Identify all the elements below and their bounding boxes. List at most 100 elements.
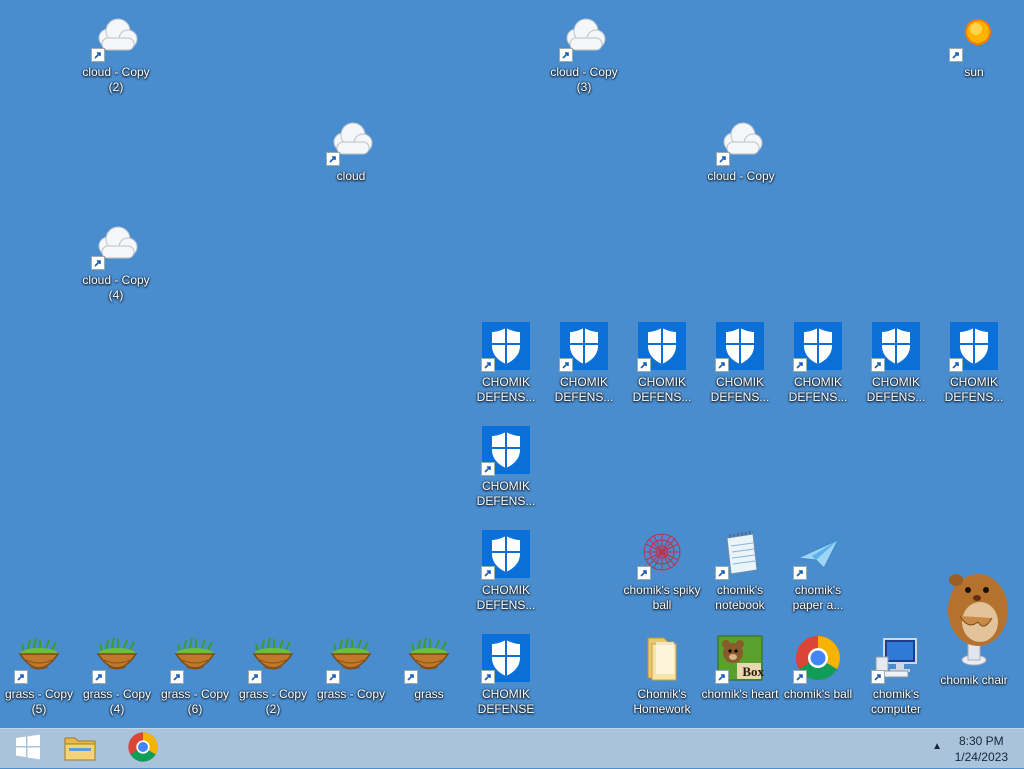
cloud-icon	[715, 114, 767, 166]
shield-icon	[480, 424, 532, 476]
desktop-icon-chomiks-heart[interactable]: Box chomik's heart	[701, 628, 779, 728]
desktop-icon-label: cloud - Copy (4)	[82, 273, 150, 302]
cloud-icon	[90, 218, 142, 270]
shortcut-arrow-icon	[481, 566, 495, 580]
desktop-icon-label: cloud - Copy (2)	[82, 65, 150, 94]
desktop-icon-grass-copy-2[interactable]: grass - Copy (2)	[235, 628, 311, 728]
desktop-icon-chomik-defense[interactable]: CHOMIK DEFENS...	[858, 316, 934, 416]
desktop-icon-label: CHOMIK DEFENS...	[476, 583, 536, 612]
desktop-icon-cloud-copy-3[interactable]: cloud - Copy (3)	[546, 6, 622, 106]
shortcut-arrow-icon	[871, 670, 885, 684]
shield-icon	[714, 320, 766, 372]
shortcut-arrow-icon	[793, 358, 807, 372]
desktop-icon-chomiks-homework[interactable]: Chomik's Homework	[624, 628, 700, 728]
desktop-icon-label: CHOMIK DEFENS...	[710, 375, 770, 404]
desktop-icon-cloud-copy[interactable]: cloud - Copy	[703, 110, 779, 210]
grass-basket-icon	[325, 632, 377, 684]
desktop-icon-chomiks-paper-airplane[interactable]: chomik's paper a...	[780, 524, 856, 624]
sun-icon	[948, 10, 1000, 62]
shortcut-arrow-icon	[871, 358, 885, 372]
desktop-icon-label: CHOMIK DEFENS...	[554, 375, 614, 404]
shield-icon	[480, 320, 532, 372]
shortcut-arrow-icon	[91, 256, 105, 270]
shortcut-arrow-icon	[481, 670, 495, 684]
desktop-icon-grass[interactable]: grass	[391, 628, 467, 728]
shortcut-arrow-icon	[793, 566, 807, 580]
clock-time: 8:30 PM	[958, 734, 1004, 748]
desktop-icon-grass-copy[interactable]: grass - Copy	[313, 628, 389, 728]
shortcut-arrow-icon	[248, 670, 262, 684]
desktop-icon-label: CHOMIK DEFENSE	[477, 687, 535, 716]
desktop-icon-chomiks-spiky-ball[interactable]: chomik's spiky ball	[624, 524, 700, 624]
desktop-icon-chomiks-ball[interactable]: chomik's ball	[780, 628, 856, 728]
shortcut-arrow-icon	[14, 670, 28, 684]
desktop-icon-chomik-defense[interactable]: CHOMIK DEFENS...	[624, 316, 700, 416]
shortcut-arrow-icon	[715, 358, 729, 372]
chrome-icon	[792, 632, 844, 684]
shortcut-arrow-icon	[559, 358, 573, 372]
desktop-icon-label: Chomik's Homework	[633, 687, 691, 716]
desktop-icon-grass-copy-6[interactable]: grass - Copy (6)	[157, 628, 233, 728]
desktop-icon-cloud[interactable]: cloud	[313, 110, 389, 210]
desktop-icon-cloud-copy-4[interactable]: cloud - Copy (4)	[78, 214, 154, 314]
desktop-icon-label: cloud - Copy	[707, 169, 775, 183]
shortcut-arrow-icon	[481, 462, 495, 476]
desktop-icon-label: chomik's notebook	[715, 583, 765, 612]
shield-icon	[870, 320, 922, 372]
desktop-icon-label: CHOMIK DEFENS...	[866, 375, 926, 404]
taskbar-file-explorer[interactable]	[52, 729, 108, 769]
desktop-icon-chomik-defense[interactable]: CHOMIK DEFENS...	[702, 316, 778, 416]
shortcut-arrow-icon	[715, 566, 729, 580]
desktop-icon-chomik-defense[interactable]: CHOMIK DEFENS...	[468, 420, 544, 520]
desktop-icon-grass-copy-5[interactable]: grass - Copy (5)	[1, 628, 77, 728]
clock[interactable]: 8:30 PM 1/24/2023	[955, 733, 1008, 765]
shortcut-arrow-icon	[326, 152, 340, 166]
shortcut-arrow-icon	[92, 670, 106, 684]
grass-basket-icon	[169, 632, 221, 684]
shortcut-arrow-icon	[326, 670, 340, 684]
windows-logo-icon	[14, 733, 42, 766]
desktop-icon-label: grass - Copy (2)	[238, 687, 308, 716]
desktop-icon-label: cloud - Copy (3)	[550, 65, 618, 94]
desktop-icon-chomik-chair[interactable]: chomik chair	[936, 560, 1012, 710]
desktop-icon-label: CHOMIK DEFENS...	[632, 375, 692, 404]
shield-icon	[948, 320, 1000, 372]
hamster-icon	[934, 560, 1014, 670]
tray-chevron-icon[interactable]: ▲	[932, 741, 942, 752]
desktop-icon-label: grass - Copy (5)	[4, 687, 74, 716]
notepad-icon	[714, 528, 766, 580]
desktop-icon-chomik-defense[interactable]: CHOMIK DEFENS...	[468, 524, 544, 624]
grass-basket-icon	[13, 632, 65, 684]
desktop-icon-label: chomik's heart	[701, 687, 779, 701]
shortcut-arrow-icon	[481, 358, 495, 372]
desktop-icon-cloud-copy-2[interactable]: cloud - Copy (2)	[78, 6, 154, 106]
desktop-icon-chomik-defense[interactable]: CHOMIK DEFENS...	[780, 316, 856, 416]
desktop-icon-chomik-defense[interactable]: CHOMIK DEFENS...	[468, 316, 544, 416]
shield-icon	[792, 320, 844, 372]
desktop-icon-grass-copy-4[interactable]: grass - Copy (4)	[79, 628, 155, 728]
desktop-icon-chomik-defense[interactable]: CHOMIK DEFENS...	[546, 316, 622, 416]
desktop-icon-sun[interactable]: sun	[936, 6, 1012, 106]
desktop-icon-label: chomik's spiky ball	[623, 583, 701, 612]
shortcut-arrow-icon	[637, 566, 651, 580]
grass-basket-icon	[247, 632, 299, 684]
chrome-icon	[127, 731, 159, 768]
shortcut-arrow-icon	[949, 48, 963, 62]
desktop: cloud - Copy (2) cloud - Copy (3) cloud …	[0, 0, 1024, 728]
grass-basket-icon	[403, 632, 455, 684]
desktop-icon-label: chomik's ball	[783, 687, 853, 701]
shortcut-arrow-icon	[91, 48, 105, 62]
desktop-icon-label: CHOMIK DEFENS...	[476, 375, 536, 404]
desktop-icon-chomik-defense[interactable]: CHOMIK DEFENS...	[936, 316, 1012, 416]
spiky-ball-icon	[636, 528, 688, 580]
desktop-icon-chomiks-computer[interactable]: chomik's computer	[858, 628, 934, 728]
taskbar-chrome[interactable]	[115, 729, 171, 769]
desktop-icon-chomik-defense[interactable]: CHOMIK DEFENSE	[468, 628, 544, 728]
start-button[interactable]	[0, 729, 56, 769]
cloud-icon	[325, 114, 377, 166]
shortcut-arrow-icon	[716, 152, 730, 166]
shortcut-arrow-icon	[404, 670, 418, 684]
desktop-icon-chomiks-notebook[interactable]: chomik's notebook	[702, 524, 778, 624]
shield-icon	[480, 528, 532, 580]
taskbar: ▲ 8:30 PM 1/24/2023	[0, 728, 1024, 768]
